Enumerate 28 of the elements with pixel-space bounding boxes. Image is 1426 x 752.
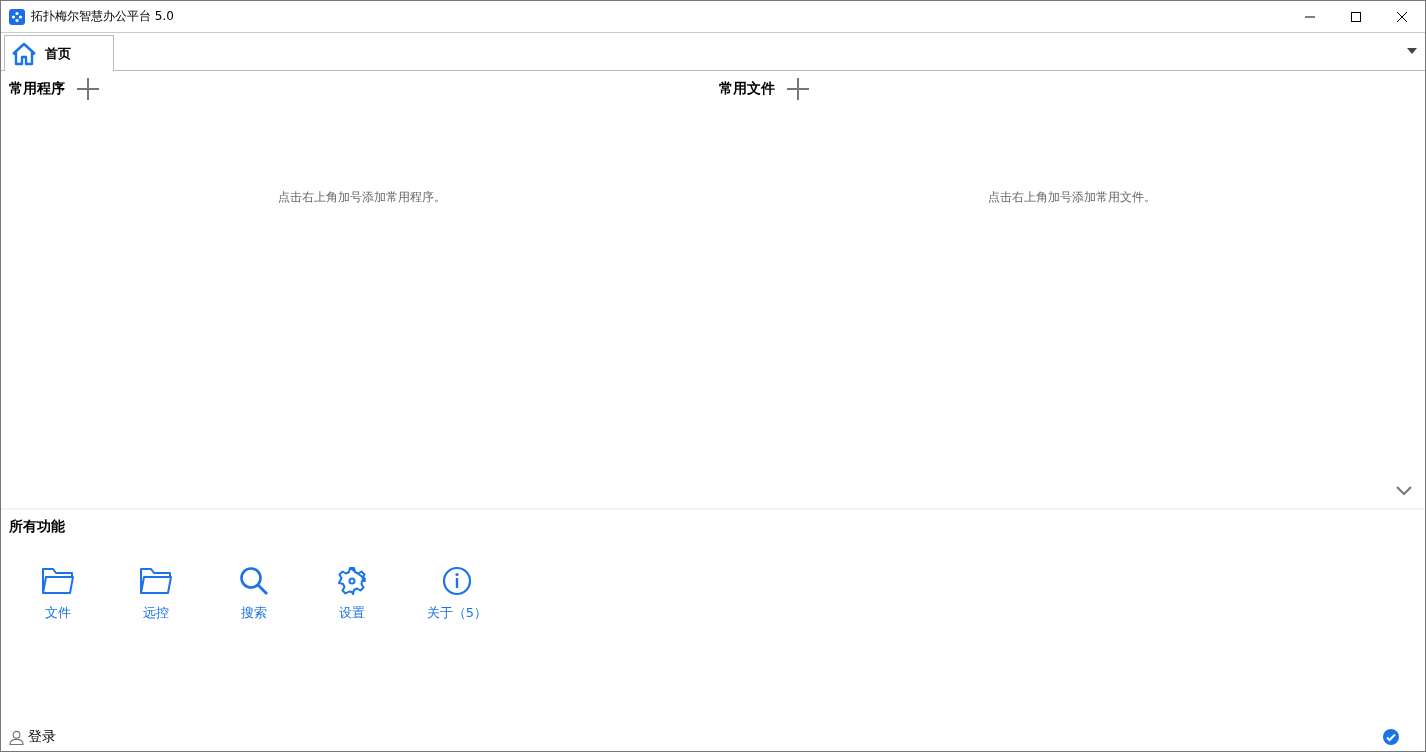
section-title: 常用文件 [719, 80, 775, 98]
empty-hint: 点击右上角加号添加常用程序。 [278, 189, 446, 206]
function-button[interactable]: 远控 [107, 566, 205, 622]
home-tab[interactable]: 首页 [4, 35, 114, 71]
function-button[interactable]: 文件 [9, 566, 107, 622]
home-icon [11, 41, 37, 66]
add-icon[interactable] [77, 78, 99, 100]
function-button[interactable]: 设置 [303, 566, 401, 622]
function-button[interactable]: 关于（5） [425, 566, 489, 622]
search-icon [239, 566, 269, 596]
function-button[interactable]: 搜索 [205, 566, 303, 622]
folder-icon [139, 566, 173, 596]
dropdown-caret-icon[interactable] [1407, 48, 1417, 54]
chevron-down-icon[interactable] [1396, 486, 1412, 496]
user-icon [9, 729, 24, 745]
info-icon [442, 566, 472, 596]
close-icon [1396, 10, 1408, 23]
maximize-icon [1350, 10, 1362, 23]
app-logo-icon [9, 8, 25, 25]
check-status-icon [1383, 729, 1399, 745]
section-title: 所有功能 [9, 518, 66, 536]
folder-icon [41, 566, 75, 596]
add-icon[interactable] [787, 78, 809, 100]
window-title: 拓扑梅尔智慧办公平台 5.0 [31, 8, 174, 25]
settings-icon [337, 566, 367, 596]
section-title: 常用程序 [9, 80, 65, 98]
empty-hint: 点击右上角加号添加常用文件。 [988, 189, 1156, 206]
login-button[interactable]: 登录 [9, 728, 56, 746]
